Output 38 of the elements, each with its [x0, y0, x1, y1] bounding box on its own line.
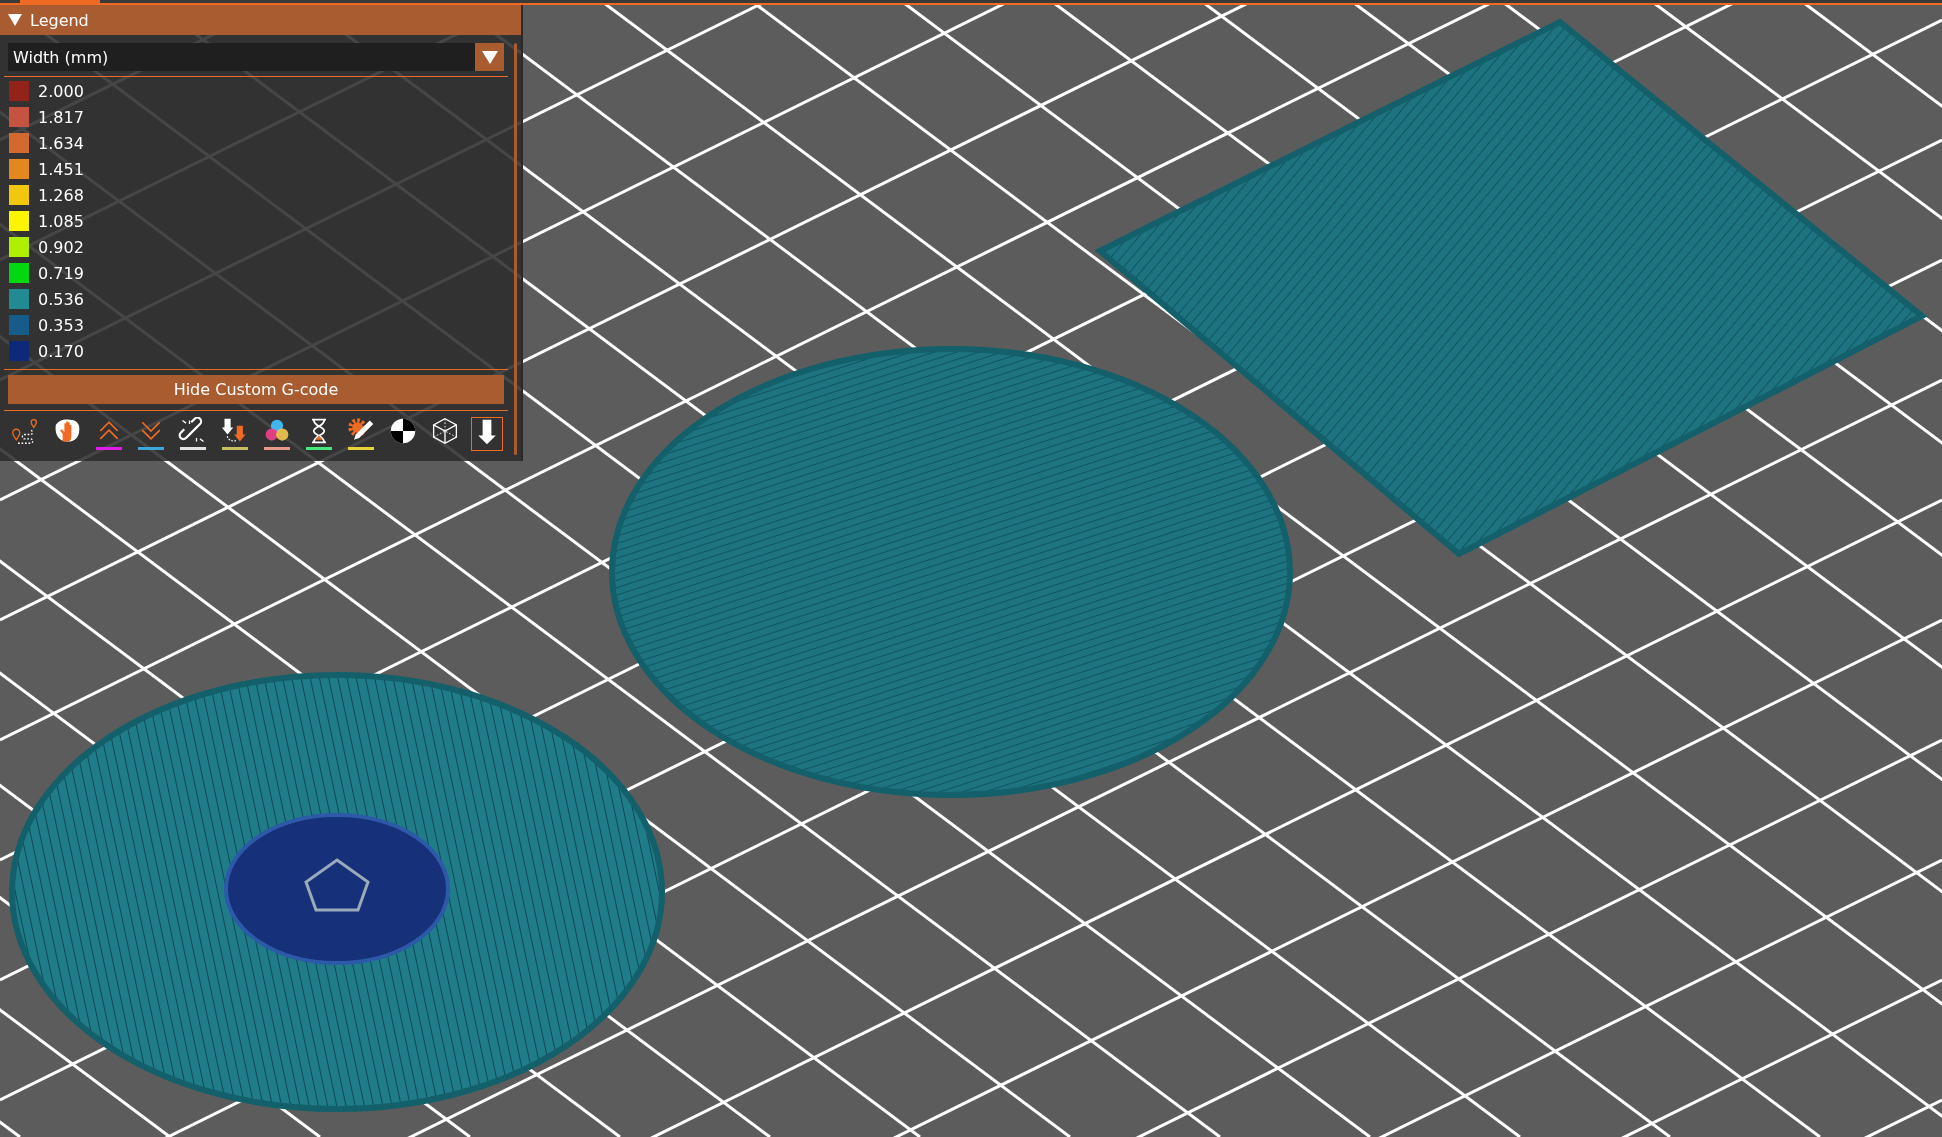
hourglass-icon — [311, 418, 327, 444]
toolbar-toggle[interactable] — [177, 417, 209, 451]
view-type-value: Width (mm) — [12, 47, 109, 67]
toolbar-toggle[interactable] — [471, 417, 503, 451]
legend-value: 0.353 — [38, 315, 84, 335]
toolbar-toggle[interactable] — [345, 417, 377, 451]
route-pins-icon — [12, 418, 38, 444]
arrow-down-icon — [478, 419, 496, 445]
view-type-dropdown[interactable]: Width (mm) — [8, 43, 504, 71]
toolbar-toggle[interactable] — [261, 417, 293, 451]
legend-value: 1.451 — [38, 159, 84, 179]
legend-value: 0.170 — [38, 341, 84, 361]
legend-value: 1.817 — [38, 107, 84, 127]
gear-pencil-icon — [348, 418, 374, 440]
dropdown-triangle-icon — [481, 50, 498, 64]
legend-title: Legend — [30, 10, 89, 30]
legend-header[interactable]: Legend — [0, 5, 521, 35]
legend-value: 1.634 — [38, 133, 84, 153]
toolbar-toggle[interactable] — [219, 417, 251, 451]
broken-link-icon — [178, 417, 205, 443]
legend-value: 1.085 — [38, 211, 84, 231]
legend-value: 0.719 — [38, 263, 84, 283]
arrows-down-icon — [221, 418, 246, 442]
double-chevron-down-icon — [141, 421, 161, 441]
scrollbar[interactable] — [514, 43, 517, 455]
cube-icon — [432, 418, 458, 444]
double-chevron-up-icon — [99, 421, 119, 440]
center-of-gravity-icon — [390, 418, 416, 444]
hide-custom-gcode-button[interactable]: Hide Custom G-code — [8, 375, 504, 404]
collapse-triangle-icon[interactable] — [8, 14, 22, 26]
legend-value: 0.902 — [38, 237, 84, 257]
toolbar-toggle[interactable] — [303, 417, 335, 451]
legend-value: 1.268 — [38, 185, 84, 205]
legend-value: 2.000 — [38, 81, 84, 101]
color-circles-icon — [265, 419, 289, 441]
hand-icon — [55, 419, 80, 442]
legend-value: 0.536 — [38, 289, 84, 309]
dropdown-arrow-button[interactable] — [475, 43, 504, 71]
